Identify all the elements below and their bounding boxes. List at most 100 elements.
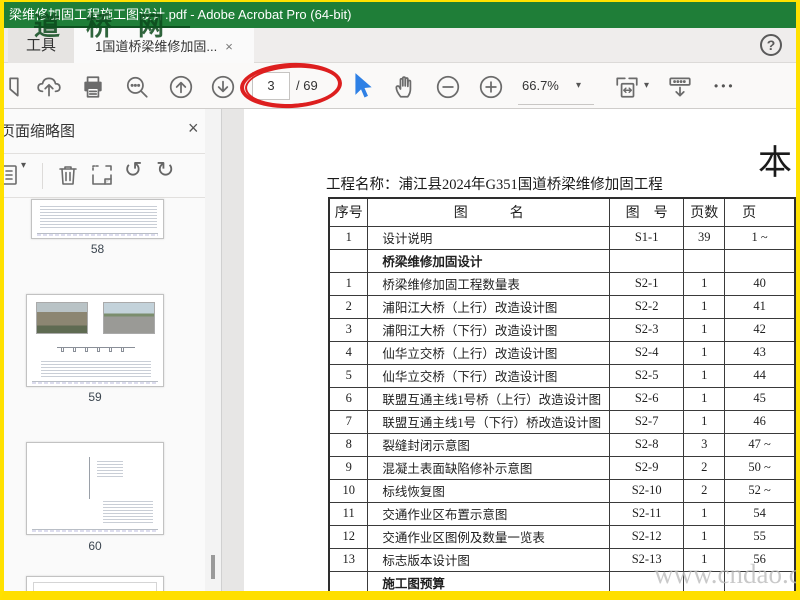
table-cell: S2-10	[608, 478, 685, 503]
table-cell: 4	[328, 340, 369, 365]
thumbnail-page-61-partial[interactable]	[26, 576, 164, 591]
table-cell: 标线恢复图	[367, 478, 610, 503]
thumbnail-detail-line	[89, 457, 90, 499]
header-drawing-no: 图 号	[608, 197, 685, 227]
zoom-level-value[interactable]: 66.7%	[522, 72, 559, 100]
tab-document[interactable]: 1国道桥梁维修加固... ×	[74, 28, 254, 63]
selection-tool-icon[interactable]	[350, 71, 376, 101]
divider	[4, 197, 214, 198]
clipped-tool-icon[interactable]	[4, 74, 21, 100]
table-cell: S2-4	[608, 340, 685, 365]
thumbnail-note-block	[103, 499, 153, 523]
table-cell: 46	[724, 409, 796, 434]
share-cloud-icon[interactable]	[36, 74, 62, 100]
table-cell	[328, 248, 369, 273]
table-cell: 标志版本设计图	[367, 547, 610, 572]
table-cell: 5	[328, 363, 369, 388]
project-name-line: 工程名称：浦江县2024年G351国道桥梁维修加固工程	[326, 177, 663, 193]
table-cell: 2	[683, 455, 726, 480]
table-row: 桥梁维修加固设计	[328, 248, 796, 273]
table-row: 8 裂缝封闭示意图 S2-8 3 47 ~	[328, 432, 796, 457]
table-cell: 6	[328, 386, 369, 411]
table-cell	[328, 570, 369, 591]
thumbnail-photo-bridge	[36, 302, 88, 334]
table-cell: S2-1	[608, 271, 685, 296]
help-icon[interactable]: ?	[760, 34, 782, 56]
rotate-cw-icon[interactable]: ↻	[156, 159, 174, 183]
title-bar: 梁维修加固工程施工图设计.pdf - Adobe Acrobat Pro (64…	[4, 2, 796, 28]
table-cell: 7	[328, 409, 369, 434]
table-cell: 1	[683, 340, 726, 365]
table-row: 10 标线恢复图 S2-10 2 52 ~	[328, 478, 796, 503]
header-seq: 序号	[328, 197, 369, 227]
table-cell: 42	[724, 317, 796, 342]
pdf-page: 本 工程名称：浦江县2024年G351国道桥梁维修加固工程 序号 图 名 图 号…	[244, 109, 796, 591]
table-cell: 43	[724, 340, 796, 365]
header-page: 页	[724, 197, 796, 227]
table-cell: 仙华立交桥（下行）改造设计图	[367, 363, 610, 388]
site-watermark-document: www.cndao.com	[654, 559, 796, 589]
zoom-underline	[518, 104, 594, 105]
header-drawing-name: 图 名	[367, 197, 610, 227]
table-cell: S2-11	[608, 501, 685, 526]
rotate-ccw-icon[interactable]: ↺	[124, 159, 142, 183]
crop-page-icon[interactable]	[90, 163, 114, 187]
thumbnail-page-60[interactable]	[26, 442, 164, 535]
window-title: 梁维修加固工程施工图设计.pdf - Adobe Acrobat Pro (64…	[9, 7, 352, 22]
previous-page-icon[interactable]	[168, 74, 194, 100]
sidebar-scrollbar[interactable]	[205, 109, 221, 591]
table-cell: 1	[683, 501, 726, 526]
tab-document-label: 1国道桥梁维修加固...	[95, 39, 218, 55]
table-cell: 桥梁维修加固设计	[367, 248, 610, 273]
table-cell: 1	[683, 409, 726, 434]
table-row: 1 设计说明 S1-1 39 1 ~	[328, 225, 796, 250]
table-cell: 2	[683, 478, 726, 503]
table-cell: 1	[683, 363, 726, 388]
page-thumbnails-panel: 页面缩略图 × ▾ ↺ ↻ 58 59 60	[4, 109, 222, 591]
thumbnail-number: 60	[88, 539, 102, 553]
collapse-toolbar-icon[interactable]	[667, 74, 693, 100]
zoom-in-icon[interactable]	[478, 74, 504, 100]
table-cell: S1-1	[608, 225, 685, 250]
zoom-out-icon[interactable]	[435, 74, 461, 100]
fit-chevron-down-icon[interactable]: ▾	[644, 76, 649, 96]
table-cell	[683, 248, 726, 273]
main-toolbar: 3 / 69 66.7% ▾ ▾ •••	[4, 60, 796, 111]
table-cell: 2	[328, 294, 369, 319]
table-row: 4 仙华立交桥（上行）改造设计图 S2-4 1 43	[328, 340, 796, 365]
delete-page-icon[interactable]	[56, 163, 80, 187]
hand-tool-icon[interactable]	[392, 74, 418, 100]
next-page-icon[interactable]	[210, 74, 236, 100]
table-cell	[608, 248, 685, 273]
page-number-input[interactable]: 3	[252, 72, 290, 100]
thumbnail-inner-frame	[33, 582, 157, 591]
header-pages: 页数	[683, 197, 726, 227]
table-cell: 1	[683, 271, 726, 296]
thumbnail-note-block	[97, 459, 123, 477]
thumbnail-text-lines	[40, 204, 157, 230]
tab-close-icon[interactable]: ×	[225, 29, 233, 64]
table-row: 11 交通作业区布置示意图 S2-11 1 54	[328, 501, 796, 526]
table-cell: 52 ~	[724, 478, 796, 503]
tab-tools[interactable]: 工具	[8, 28, 74, 63]
search-icon[interactable]	[124, 74, 150, 100]
table-row: 5 仙华立交桥（下行）改造设计图 S2-5 1 44	[328, 363, 796, 388]
table-cell: 3	[328, 317, 369, 342]
print-icon[interactable]	[80, 74, 106, 100]
table-cell: 裂缝封闭示意图	[367, 432, 610, 457]
more-options-icon[interactable]: •••	[714, 72, 736, 100]
thumbnail-page-58[interactable]	[31, 199, 164, 239]
table-cell: 3	[683, 432, 726, 457]
divider	[42, 163, 43, 189]
thumbnail-page-59[interactable]	[26, 294, 164, 387]
thumbnail-number: 58	[90, 242, 105, 256]
thumbnail-options-icon[interactable]	[4, 163, 20, 187]
thumbnail-options-chevron-icon[interactable]: ▾	[21, 156, 26, 176]
zoom-chevron-down-icon[interactable]: ▾	[576, 76, 581, 96]
thumbnail-number: 59	[88, 390, 102, 404]
panel-close-icon[interactable]: ×	[188, 118, 199, 139]
table-cell: 10	[328, 478, 369, 503]
table-cell: 1	[683, 524, 726, 549]
sidebar-scrollbar-thumb[interactable]	[211, 555, 215, 579]
fit-width-icon[interactable]	[614, 74, 640, 100]
